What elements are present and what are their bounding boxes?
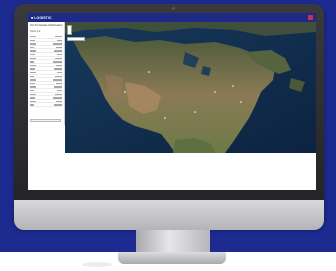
map-view[interactable]: satellite [65, 22, 316, 153]
zoom-control[interactable] [67, 25, 72, 35]
sidebar-list [30, 35, 62, 107]
monitor-chin [14, 200, 324, 230]
content-area [28, 153, 316, 190]
list-item[interactable] [30, 103, 62, 107]
map-layer-selector[interactable]: satellite [67, 37, 85, 41]
close-icon[interactable] [308, 15, 313, 20]
pagination-control[interactable] [30, 119, 61, 122]
filter-label: Filtrar por: [30, 30, 41, 33]
sidebar-panel: Ver Por Estado (Solicitudes) Filtrar por… [28, 22, 65, 125]
sidebar-title: Ver Por Estado (Solicitudes) [30, 24, 63, 27]
stand-shadow [82, 262, 112, 267]
app-logo: ■ LOGISTIC [31, 15, 52, 20]
satellite-map [65, 22, 316, 153]
camera-icon [172, 7, 175, 10]
monitor-stand-neck [136, 230, 210, 252]
app-header: ■ LOGISTIC [28, 13, 316, 22]
screen: ■ LOGISTIC Ver Por Estado (Solicitudes) … [28, 13, 316, 190]
monitor-stand-base [118, 252, 226, 264]
